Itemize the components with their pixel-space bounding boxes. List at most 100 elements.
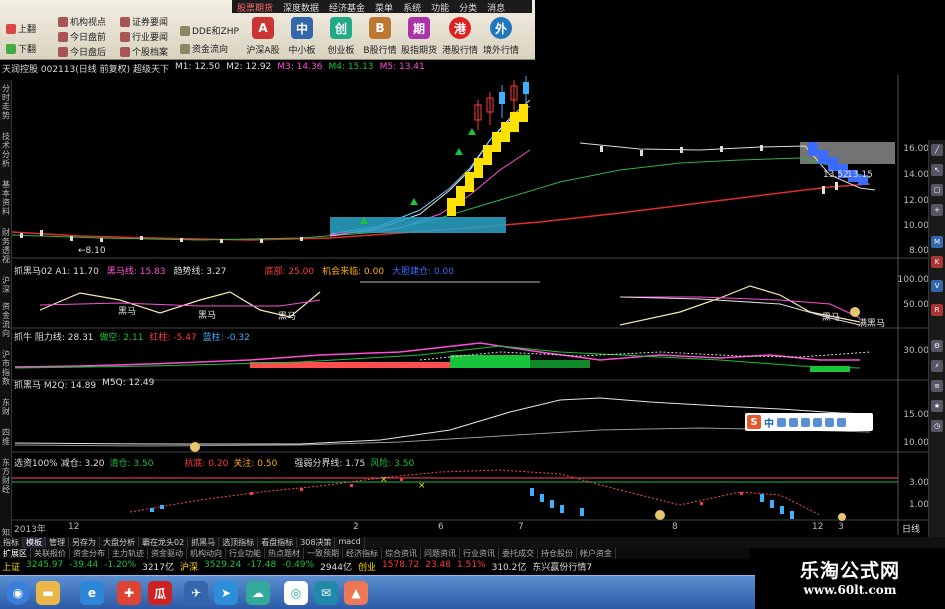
punct-icon[interactable] (789, 417, 798, 427)
settings-icon[interactable]: ⚙ (931, 340, 943, 352)
wrench-icon[interactable] (837, 417, 846, 427)
tab-manage[interactable]: 管理 (46, 537, 69, 548)
menu-item-category[interactable]: 分类 (454, 0, 482, 14)
menu-item-menu[interactable]: 菜单 (370, 0, 398, 14)
rsi-tool-icon[interactable]: R (931, 304, 943, 316)
ext-tab-10[interactable]: 综合资讯 (382, 548, 421, 559)
vtab-6[interactable]: 沪市指数 (1, 350, 11, 386)
ext-tab-1[interactable]: 关联报价 (31, 548, 70, 559)
ext-tab-9[interactable]: 经济指标 (343, 548, 382, 559)
page-up-button[interactable]: 上翻 (6, 22, 36, 35)
stock-app-icon[interactable]: ▲ (344, 581, 368, 605)
period-selector[interactable]: 日线 (902, 522, 920, 535)
moon-icon[interactable] (777, 417, 786, 427)
industry-news-button[interactable]: 行业要闻 (120, 30, 168, 43)
kdj-tool-icon[interactable]: K (931, 256, 943, 268)
menu-item-econ[interactable]: 经济基金 (324, 0, 370, 14)
keyboard-icon[interactable] (801, 417, 810, 427)
bird-icon[interactable]: ✈ (184, 581, 208, 605)
pre-market-button[interactable]: 今日盘前 (58, 30, 106, 43)
vtab-4[interactable]: 沪深 (1, 276, 11, 294)
browser-icon[interactable]: ◎ (284, 581, 308, 605)
vtab-8[interactable]: 四维 (1, 428, 11, 446)
ie-icon[interactable]: e (80, 581, 104, 605)
melon-icon[interactable]: 瓜 (148, 581, 172, 605)
ext-tab-11[interactable]: 问题资讯 (421, 548, 460, 559)
list-icon[interactable]: ≡ (931, 380, 943, 392)
ext-tab-5[interactable]: 机构动向 (187, 548, 226, 559)
ext-tab-8[interactable]: 一致预期 (304, 548, 343, 559)
ext-tab-6[interactable]: 行业功能 (226, 548, 265, 559)
menu-item-depth[interactable]: 深度数据 (278, 0, 324, 14)
tab-save-as[interactable]: 另存为 (69, 537, 100, 548)
macd-tool-icon[interactable]: M (931, 236, 943, 248)
vtab-9[interactable]: 东方财经 (1, 458, 11, 494)
vtab-10[interactable]: 知 (1, 528, 11, 537)
clock-icon[interactable]: ◷ (931, 420, 943, 432)
cursor-tool-icon[interactable]: ↖ (931, 164, 943, 176)
gift-icon[interactable]: ✚ (117, 581, 141, 605)
cy-change: 23.48 (425, 560, 451, 570)
tab-market-analysis[interactable]: 大盘分析 (100, 537, 139, 548)
vtab-7[interactable]: 东财 (1, 398, 11, 416)
ext-tab-13[interactable]: 委托成交 (499, 548, 538, 559)
folder-icon[interactable]: ▬ (36, 581, 60, 605)
stock-archive-button[interactable]: 个股档案 (120, 45, 168, 58)
zoom-tool-icon[interactable]: + (931, 204, 943, 216)
post-market-button[interactable]: 今日盘后 (58, 45, 106, 58)
sec-news-button[interactable]: 证券要闻 (120, 15, 168, 28)
tab-template[interactable]: 模板 (23, 537, 46, 548)
b-share-icon: B (369, 17, 391, 39)
star-icon[interactable]: ★ (931, 400, 943, 412)
user-icon[interactable] (825, 417, 834, 427)
ext-tab-3[interactable]: 主力轨迹 (109, 548, 148, 559)
ext-tab-14[interactable]: 持仓股份 (538, 548, 577, 559)
rect-tool-icon[interactable]: □ (931, 184, 943, 196)
skin-icon[interactable] (813, 417, 822, 427)
vtab-3[interactable]: 财务透视 (1, 228, 11, 264)
ime-lang[interactable]: 中 (764, 415, 774, 430)
menu-item-system[interactable]: 系统 (398, 0, 426, 14)
bigbtn-overseas[interactable]: 外境外行情 (482, 13, 520, 59)
ext-tab-15[interactable]: 帐户资金 (577, 548, 616, 559)
cloud-icon[interactable]: ☁ (246, 581, 270, 605)
vtab-0[interactable]: 分时走势 (1, 84, 11, 120)
tab-indicator[interactable]: 指标 (0, 537, 23, 548)
line-tool-icon[interactable]: ╱ (931, 144, 943, 156)
inst-view-button[interactable]: 机构视点 (58, 15, 106, 28)
ext-tab-12[interactable]: 行业资讯 (460, 548, 499, 559)
menu-item-news[interactable]: 消息 (482, 0, 510, 14)
fund-flow-button[interactable]: 资金流向 (180, 42, 228, 55)
news-ticker[interactable]: 东兴赢份行情7 (532, 560, 592, 573)
ext-tab-2[interactable]: 资金分布 (70, 548, 109, 559)
vtab-1[interactable]: 技术分析 (1, 132, 11, 168)
ime-toolbar[interactable]: S 中 (745, 413, 873, 431)
tab-308[interactable]: 308决策 (297, 537, 336, 548)
menu-item-function[interactable]: 功能 (426, 0, 454, 14)
ext-tab-0[interactable]: 扩展区 (0, 548, 31, 559)
bigbtn-hs-a[interactable]: A 沪深A股 (244, 13, 282, 59)
page-down-button[interactable]: 下翻 (6, 42, 36, 55)
start-orb-icon[interactable]: ◉ (6, 581, 30, 605)
vtab-5[interactable]: 资金流向 (1, 302, 11, 338)
tab-heima[interactable]: 抓黑马 (188, 537, 220, 548)
ext-tab-4[interactable]: 资金驱动 (148, 548, 187, 559)
tab-top-pick[interactable]: 选顶指标 (219, 537, 259, 548)
tab-macd[interactable]: macd (335, 537, 365, 548)
ext-tab-7[interactable]: 热点题材 (265, 548, 304, 559)
bigbtn-futures[interactable]: 期股指期货 (400, 13, 438, 59)
tab-dragon[interactable]: 霸在龙头02 (139, 537, 189, 548)
dde-button[interactable]: DDE和ZHP (180, 24, 239, 37)
chat-icon[interactable]: ✉ (314, 581, 338, 605)
bigbtn-hk[interactable]: 港港股行情 (441, 13, 479, 59)
tab-watch-indicator[interactable]: 看盘指标 (258, 537, 298, 548)
plane-icon[interactable]: ➤ (214, 581, 238, 605)
bigbtn-sme[interactable]: 中中小板 (283, 13, 321, 59)
vol-tool-icon[interactable]: V (931, 280, 943, 292)
menu-item-stocks[interactable]: 股票期货 (232, 0, 278, 14)
bigbtn-b-share[interactable]: B B股行情 (361, 13, 399, 59)
vtab-2[interactable]: 基本资料 (1, 180, 11, 216)
bolt-icon[interactable]: ⚡ (931, 360, 943, 372)
cy-label: 创业 (358, 563, 377, 573)
bigbtn-gem[interactable]: 创创业板 (322, 13, 360, 59)
